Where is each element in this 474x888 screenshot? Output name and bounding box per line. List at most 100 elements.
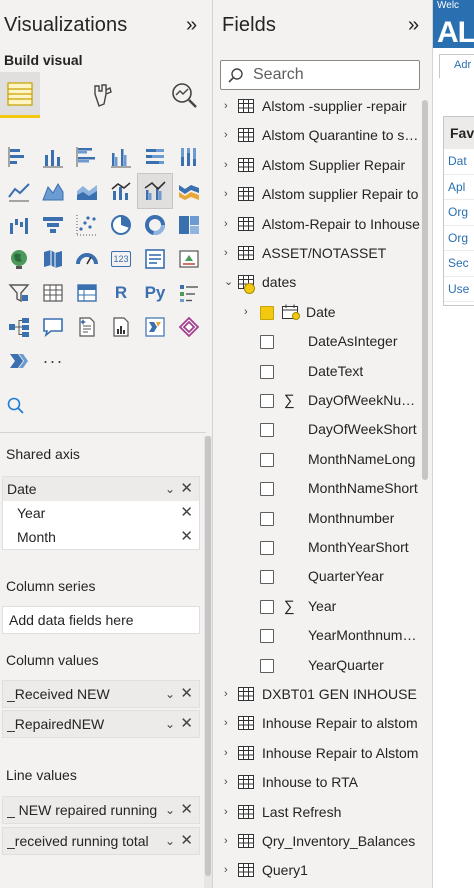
field-checkbox[interactable]	[260, 599, 274, 614]
remove-field-icon[interactable]: ✕	[180, 477, 193, 501]
table-row[interactable]: › Alstom-Repair to Inhouse	[214, 210, 420, 239]
stacked-bar-icon[interactable]	[2, 140, 36, 174]
collapse-fields-icon[interactable]: »	[408, 14, 419, 37]
favorite-link[interactable]: Org	[444, 226, 474, 251]
power-apps-icon[interactable]	[172, 310, 206, 344]
kpi-icon[interactable]	[172, 242, 206, 276]
chevron-right-icon[interactable]: ›	[224, 827, 228, 856]
pie-icon[interactable]	[104, 208, 138, 242]
paginated-report-icon[interactable]	[104, 310, 138, 344]
remove-field-icon[interactable]: ✕	[180, 797, 193, 823]
clustered-column-icon[interactable]	[104, 140, 138, 174]
table-row[interactable]: › Alstom -supplier -repair	[214, 96, 420, 121]
table-row[interactable]: › Qry_Inventory_Balances	[214, 827, 420, 856]
stacked-column-icon[interactable]	[36, 140, 70, 174]
field-checkbox[interactable]	[260, 394, 274, 408]
chevron-right-icon[interactable]: ›	[224, 96, 228, 121]
field-checkbox[interactable]	[260, 364, 274, 379]
field-row[interactable]: Monthnumber	[214, 504, 420, 533]
fields-search-input[interactable]: Search	[220, 60, 420, 90]
table-row[interactable]: › Inhouse Repair to alstom	[214, 709, 420, 738]
line-value-field-repaired-running[interactable]: _ NEW repaired running total ⌄ ✕	[2, 796, 200, 824]
chevron-down-icon[interactable]: ⌄	[165, 711, 175, 737]
chevron-right-icon[interactable]: ›	[224, 180, 228, 209]
chevron-right-icon[interactable]: ›	[224, 768, 228, 797]
more-visuals-icon[interactable]: ···	[36, 344, 70, 378]
chevron-right-icon[interactable]: ›	[224, 798, 228, 827]
report-canvas[interactable]: Welc AL Adr Fav Dat Apl Org Org Sec Use	[432, 0, 474, 888]
key-influencers-icon[interactable]	[172, 276, 206, 310]
100-bar-icon[interactable]	[138, 140, 172, 174]
field-row[interactable]: YearMonthnumber	[214, 621, 420, 650]
field-row[interactable]: DateAsInteger	[214, 327, 420, 356]
field-checkbox[interactable]	[260, 629, 274, 644]
line-chart-icon[interactable]	[2, 174, 36, 208]
chevron-right-icon[interactable]: ›	[224, 709, 228, 738]
date-hierarchy-row[interactable]: › Date	[214, 298, 420, 327]
matrix-icon[interactable]	[70, 276, 104, 310]
column-series-drop-zone[interactable]: Add data fields here	[2, 606, 200, 634]
treemap-icon[interactable]	[172, 208, 206, 242]
table-row[interactable]: › Inhouse to RTA	[214, 768, 420, 797]
analytics-tab[interactable]	[164, 72, 204, 118]
python-icon[interactable]: Py	[138, 276, 172, 310]
field-row[interactable]: MonthNameShort	[214, 474, 420, 503]
field-row[interactable]: QuarterYear	[214, 562, 420, 591]
ribbon-chart-icon[interactable]	[172, 174, 206, 208]
chevron-right-icon[interactable]: ›	[224, 210, 228, 239]
remove-field-icon[interactable]: ✕	[180, 681, 193, 707]
column-value-field-repaired[interactable]: _RepairedNEW ⌄ ✕	[2, 710, 200, 738]
table-row[interactable]: › Alstom supplier Repair to	[214, 180, 420, 209]
stacked-area-icon[interactable]	[70, 174, 104, 208]
decomposition-tree-icon[interactable]	[2, 310, 36, 344]
table-icon[interactable]	[36, 276, 70, 310]
favorite-link[interactable]: Sec	[444, 251, 474, 277]
line-value-field-received-running[interactable]: _received running total ⌄ ✕	[2, 827, 200, 855]
multi-row-card-icon[interactable]	[138, 242, 172, 276]
field-checkbox[interactable]	[260, 511, 274, 526]
chevron-right-icon[interactable]: ›	[224, 121, 228, 150]
field-checkbox[interactable]	[260, 541, 274, 555]
field-checkbox[interactable]	[260, 452, 274, 467]
table-row[interactable]: › Alstom Supplier Repair	[214, 151, 420, 180]
field-checkbox[interactable]	[260, 482, 274, 497]
table-row-dates[interactable]: ⌄ dates	[214, 268, 420, 297]
field-row[interactable]: MonthYearShort	[214, 533, 420, 562]
shared-axis-month-field[interactable]: Month ✕	[3, 525, 199, 549]
chevron-right-icon[interactable]: ›	[224, 739, 228, 768]
slicer-icon[interactable]	[2, 276, 36, 310]
table-row[interactable]: › Query1	[214, 856, 420, 885]
qa-icon[interactable]	[36, 310, 70, 344]
field-row[interactable]: DateText	[214, 357, 420, 386]
table-row[interactable]: › Last Refresh	[214, 798, 420, 827]
funnel-icon[interactable]	[36, 208, 70, 242]
table-row[interactable]: › Alstom Quarantine to supplier	[214, 121, 420, 150]
gauge-icon[interactable]	[70, 242, 104, 276]
chevron-down-icon[interactable]: ⌄	[165, 797, 175, 823]
table-row[interactable]: › Inhouse Repair to Alstom	[214, 739, 420, 768]
filled-map-icon[interactable]	[36, 242, 70, 276]
scatter-icon[interactable]	[70, 208, 104, 242]
map-icon[interactable]	[2, 242, 36, 276]
waterfall-icon[interactable]	[2, 208, 36, 242]
chevron-down-icon[interactable]: ⌄	[165, 681, 175, 707]
favorite-link[interactable]: Dat	[444, 149, 474, 175]
r-script-icon[interactable]: R	[104, 276, 138, 310]
date-checkbox[interactable]	[260, 305, 274, 320]
chevron-right-icon[interactable]: ›	[244, 298, 248, 327]
clustered-bar-icon[interactable]	[70, 140, 104, 174]
line-column-icon[interactable]	[104, 174, 138, 208]
remove-field-icon[interactable]: ✕	[180, 525, 193, 549]
line-clustered-column-icon[interactable]	[137, 173, 173, 209]
field-row[interactable]: ∑ Year	[214, 592, 420, 621]
shared-axis-date-field[interactable]: Date ⌄ ✕	[3, 477, 199, 501]
fields-scrollbar-thumb[interactable]	[422, 100, 428, 480]
favorite-link[interactable]: Apl	[444, 175, 474, 200]
remove-field-icon[interactable]: ✕	[180, 711, 193, 737]
chevron-right-icon[interactable]: ›	[224, 239, 228, 268]
power-automate-icon[interactable]	[138, 310, 172, 344]
field-row[interactable]: YearQuarter	[214, 651, 420, 680]
field-checkbox[interactable]	[260, 570, 274, 585]
shared-axis-year-field[interactable]: Year ✕	[3, 501, 199, 525]
search-visuals-icon[interactable]	[6, 396, 26, 416]
